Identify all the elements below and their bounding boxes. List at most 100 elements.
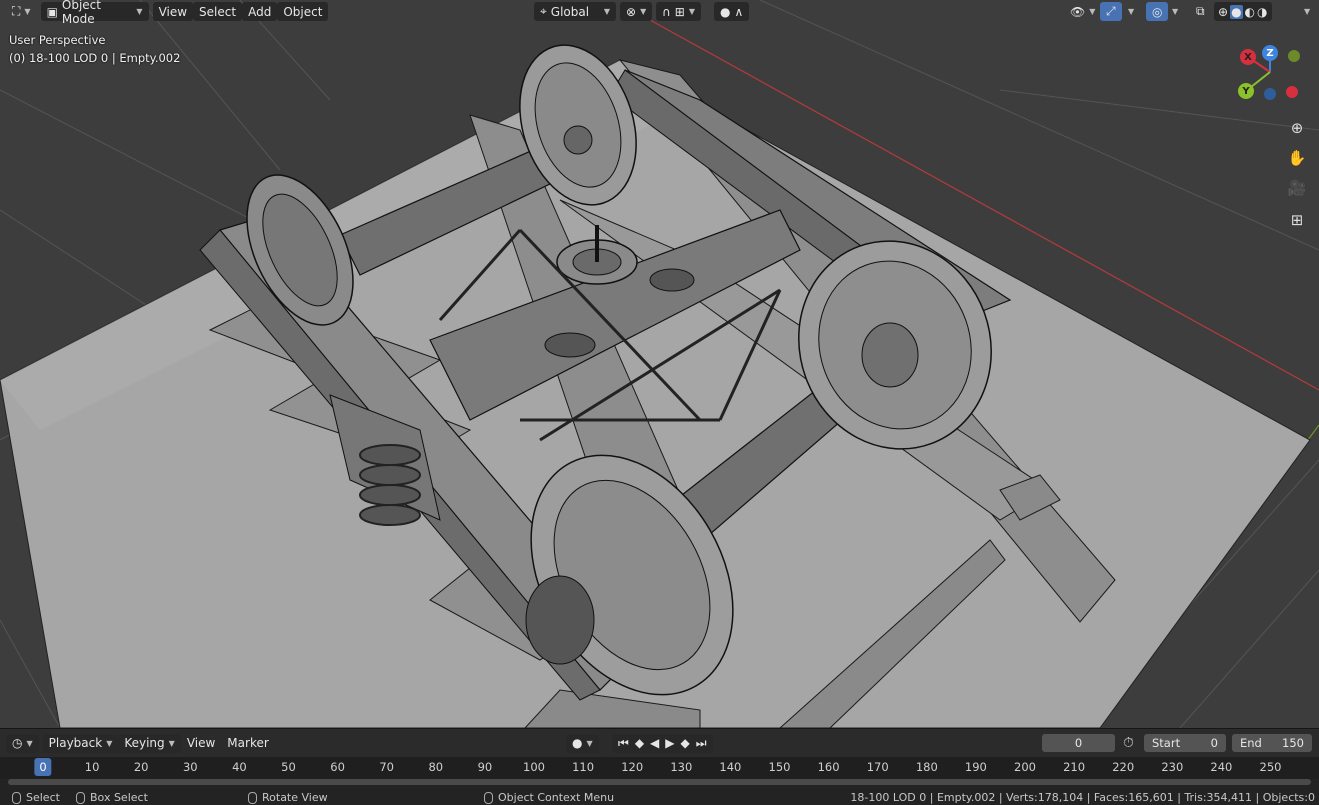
menu-timeline-view[interactable]: View <box>181 734 221 753</box>
snap-toggle[interactable]: ∩ ⊞ ▼ <box>656 2 702 21</box>
status-bar: Select Box Select Rotate View Object Con… <box>0 790 1319 805</box>
frame-tick: 220 <box>1112 760 1135 774</box>
menu-select[interactable]: Select <box>193 2 243 21</box>
frame-tick: 110 <box>572 760 595 774</box>
neg-x-axis-icon[interactable] <box>1286 86 1298 98</box>
mode-dropdown[interactable]: ▣ Object Mode ▼ <box>40 0 149 26</box>
gizmo-icon: ⤢ <box>1106 4 1116 18</box>
mouse-left-icon <box>12 791 21 804</box>
y-axis-icon[interactable]: Y <box>1238 83 1254 99</box>
mouse-drag-icon <box>76 791 85 804</box>
frame-tick: 100 <box>523 760 545 774</box>
play-icon[interactable]: ▶ <box>665 736 674 750</box>
overlays-icon: ◎ <box>1152 4 1163 19</box>
solid-shading-icon[interactable]: ● <box>1230 4 1243 19</box>
chevron-down-icon: ▼ <box>106 738 113 748</box>
frame-tick: 190 <box>964 760 987 774</box>
magnet-icon: ∩ <box>662 4 671 19</box>
mode-label: Object Mode <box>61 0 101 26</box>
eye-icon: 👁 <box>1070 4 1086 19</box>
shading-dropdown[interactable]: ▼ <box>1298 2 1316 21</box>
xray-toggle[interactable]: ⧉ <box>1190 2 1211 21</box>
3d-viewport[interactable]: ⛶ ▼ ▣ Object Mode ▼ View Select Add Objec… <box>0 0 1319 728</box>
menu-add[interactable]: Add <box>242 2 278 21</box>
zoom-icon[interactable]: ⊕ <box>1284 115 1310 141</box>
gizmo-toggle[interactable]: ⤢ <box>1100 2 1122 21</box>
jump-start-icon[interactable]: ⏮ <box>618 736 629 751</box>
timeline-editor: ◷ ▼ Playback ▼ Keying ▼ View Marker ● ▼ ⏮ ◆ … <box>0 728 1319 790</box>
pivot-point-dropdown[interactable]: ⊗ ▼ <box>620 2 653 21</box>
record-icon: ● <box>572 736 583 750</box>
menu-playback[interactable]: Playback ▼ <box>42 733 119 753</box>
menu-object[interactable]: Object <box>277 2 329 21</box>
chevron-down-icon: ▼ <box>1089 7 1096 16</box>
orientation-label: Global <box>550 4 590 19</box>
menu-view[interactable]: View <box>152 2 194 21</box>
blender-window: ⛶ ▼ ▣ Object Mode ▼ View Select Add Objec… <box>0 0 1319 805</box>
overlays-dropdown[interactable]: ▼ <box>1166 2 1184 21</box>
mouse-middle-icon <box>248 791 257 804</box>
chevron-down-icon: ▼ <box>1172 7 1179 16</box>
viewport-scene[interactable] <box>0 0 1319 728</box>
next-keyframe-icon[interactable]: ◆ <box>681 736 690 750</box>
chevron-down-icon: ▼ <box>26 738 33 748</box>
editor-type-icon: ⛶ <box>12 4 21 18</box>
x-axis-icon[interactable]: X <box>1240 49 1256 65</box>
frame-tick: 180 <box>915 760 938 774</box>
frame-tick: 30 <box>182 760 198 774</box>
stopwatch-icon[interactable]: ⏱ <box>1123 735 1134 751</box>
start-frame-field[interactable]: Start 0 <box>1144 734 1226 752</box>
chevron-down-icon: ▼ <box>168 738 175 748</box>
viewport-header: ⛶ ▼ ▣ Object Mode ▼ View Select Add Objec… <box>0 0 1319 26</box>
status-rotate-hint: Rotate View <box>248 791 328 804</box>
frame-tick: 130 <box>670 760 693 774</box>
camera-icon[interactable]: 🎥 <box>1284 175 1310 201</box>
status-select-hint: Select <box>12 791 60 804</box>
menu-keying[interactable]: Keying ▼ <box>118 733 181 753</box>
jump-end-icon[interactable]: ⏭ <box>696 736 707 751</box>
frame-tick: 80 <box>428 760 444 774</box>
pan-hand-icon[interactable]: ✋ <box>1284 145 1310 171</box>
material-shading-icon[interactable]: ◐ <box>1245 5 1255 19</box>
prev-keyframe-icon[interactable]: ◆ <box>635 736 644 750</box>
frame-tick: 140 <box>719 760 742 774</box>
status-context-hint: Object Context Menu <box>484 791 614 804</box>
transform-orientation-dropdown[interactable]: ⌖ Global ▼ <box>534 2 616 21</box>
proportional-icon: ● <box>720 4 731 19</box>
frame-tick: 200 <box>1014 760 1036 774</box>
timeline-header: ◷ ▼ Playback ▼ Keying ▼ View Marker ● ▼ ⏮ ◆ … <box>0 729 1319 757</box>
play-reverse-icon[interactable]: ◀ <box>650 736 659 750</box>
z-axis-icon[interactable]: Z <box>1262 45 1278 61</box>
rendered-shading-icon[interactable]: ◑ <box>1257 5 1267 19</box>
wireframe-shading-icon[interactable]: ⊕ <box>1218 5 1228 19</box>
timeline-editor-type-button[interactable]: ◷ ▼ <box>6 733 39 753</box>
current-frame-indicator[interactable]: 0 <box>34 758 52 776</box>
grid-icon[interactable]: ⊞ <box>1284 207 1310 233</box>
frame-tick: 90 <box>477 760 493 774</box>
frame-tick: 40 <box>232 760 247 774</box>
editor-type-button[interactable]: ⛶ ▼ <box>6 2 37 21</box>
frame-ruler[interactable]: 0 10 20 30 40 50 60 70 80 90 100 110 120 130 140 150 160… <box>0 757 1319 779</box>
view-name: User Perspective <box>9 33 106 47</box>
neg-y-axis-icon[interactable] <box>1288 50 1300 62</box>
visibility-dropdown[interactable]: 👁 ▼ <box>1064 2 1101 21</box>
timeline-scrollbar[interactable] <box>8 779 1311 785</box>
menu-marker[interactable]: Marker <box>221 734 274 753</box>
current-frame-field[interactable]: 0 <box>1042 734 1115 752</box>
neg-z-axis-icon[interactable] <box>1264 88 1276 100</box>
frame-tick: 240 <box>1210 760 1233 774</box>
chevron-down-icon: ▼ <box>603 7 610 16</box>
frame-tick: 50 <box>281 760 296 774</box>
chevron-down-icon: ▼ <box>24 7 31 16</box>
snap-increment-icon: ⊞ <box>674 4 685 19</box>
end-frame-field[interactable]: End 150 <box>1232 734 1312 752</box>
scene-statistics: 18-100 LOD 0 | Empty.002 | Verts:178,104… <box>850 791 1315 804</box>
chevron-down-icon: ▼ <box>136 7 143 16</box>
frame-tick: 60 <box>330 760 345 774</box>
auto-keying-toggle[interactable]: ● ▼ <box>566 733 599 753</box>
proportional-editing-toggle[interactable]: ● ∧ <box>714 2 750 21</box>
chevron-down-icon: ▼ <box>1128 7 1135 16</box>
falloff-icon: ∧ <box>734 4 744 19</box>
gizmo-dropdown[interactable]: ▼ <box>1122 2 1140 21</box>
chevron-down-icon: ▼ <box>586 738 593 748</box>
